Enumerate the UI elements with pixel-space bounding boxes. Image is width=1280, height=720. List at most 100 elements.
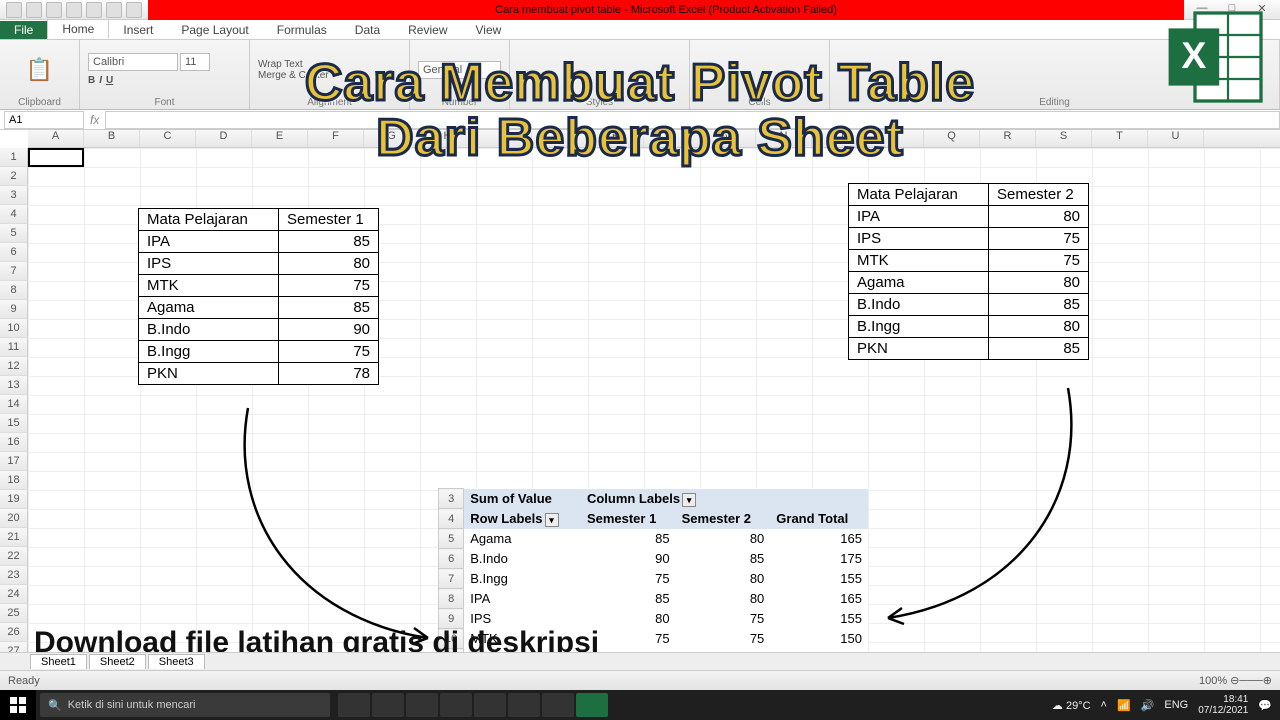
row-header[interactable]: 13 bbox=[0, 376, 28, 395]
weather-widget[interactable]: ☁ 29°C bbox=[1052, 699, 1091, 712]
qat-print-icon[interactable] bbox=[106, 2, 122, 18]
row-header[interactable]: 15 bbox=[0, 414, 28, 433]
col-header[interactable]: S bbox=[1036, 130, 1092, 147]
col-header[interactable]: I bbox=[476, 130, 532, 147]
paste-icon[interactable]: 📋 bbox=[8, 57, 71, 83]
qat-new-icon[interactable] bbox=[66, 2, 82, 18]
col-header[interactable]: K bbox=[588, 130, 644, 147]
col-header[interactable]: B bbox=[84, 130, 140, 147]
col-header[interactable]: A bbox=[28, 130, 84, 147]
edge-icon[interactable] bbox=[372, 693, 404, 717]
qat-redo-icon[interactable] bbox=[46, 2, 62, 18]
column-headers[interactable]: ABCDEFGHIJKLMNOPQRSTU bbox=[28, 130, 1280, 148]
col-header[interactable]: H bbox=[420, 130, 476, 147]
name-box[interactable]: A1 bbox=[4, 111, 84, 129]
row-header[interactable]: 20 bbox=[0, 509, 28, 528]
zoom-level[interactable]: 100% bbox=[1199, 675, 1227, 687]
chrome-icon[interactable] bbox=[474, 693, 506, 717]
sheet-tab[interactable]: Sheet2 bbox=[89, 654, 146, 669]
row-header[interactable]: 11 bbox=[0, 338, 28, 357]
active-cell[interactable] bbox=[28, 148, 84, 167]
col-header[interactable]: U bbox=[1148, 130, 1204, 147]
start-button[interactable] bbox=[0, 690, 36, 720]
row-header[interactable]: 25 bbox=[0, 604, 28, 623]
qat-more-icon[interactable] bbox=[126, 2, 142, 18]
wrap-text-button[interactable]: Wrap Text bbox=[258, 59, 401, 70]
row-header[interactable]: 5 bbox=[0, 224, 28, 243]
row-header[interactable]: 2 bbox=[0, 167, 28, 186]
filter-icon[interactable]: ▾ bbox=[545, 513, 559, 527]
font-name-combo[interactable]: Calibri bbox=[88, 53, 178, 71]
sheet-tab[interactable]: Sheet3 bbox=[148, 654, 205, 669]
row-header[interactable]: 14 bbox=[0, 395, 28, 414]
col-header[interactable]: E bbox=[252, 130, 308, 147]
tab-formulas[interactable]: Formulas bbox=[263, 21, 341, 39]
tab-view[interactable]: View bbox=[462, 21, 516, 39]
col-header[interactable]: T bbox=[1092, 130, 1148, 147]
row-header[interactable]: 9 bbox=[0, 300, 28, 319]
font-size-combo[interactable]: 11 bbox=[180, 53, 210, 71]
col-header[interactable]: R bbox=[980, 130, 1036, 147]
tab-data[interactable]: Data bbox=[341, 21, 394, 39]
col-header[interactable]: C bbox=[140, 130, 196, 147]
excel-taskbar-icon[interactable] bbox=[576, 693, 608, 717]
col-header[interactable]: N bbox=[756, 130, 812, 147]
fx-icon[interactable]: fx bbox=[84, 113, 105, 127]
col-header[interactable]: G bbox=[364, 130, 420, 147]
mail-icon[interactable] bbox=[440, 693, 472, 717]
col-header[interactable]: O bbox=[812, 130, 868, 147]
merge-center-button[interactable]: Merge & Center bbox=[258, 70, 401, 81]
row-header[interactable]: 8 bbox=[0, 281, 28, 300]
filter-icon[interactable]: ▾ bbox=[682, 493, 696, 507]
tab-insert[interactable]: Insert bbox=[109, 21, 167, 39]
tab-review[interactable]: Review bbox=[394, 21, 461, 39]
system-tray[interactable]: ☁ 29°C ˄ 📶 🔊 ENG 18:4107/12/2021 💬 bbox=[1044, 694, 1280, 716]
row-header[interactable]: 22 bbox=[0, 547, 28, 566]
language-indicator[interactable]: ENG bbox=[1164, 699, 1188, 711]
tab-home[interactable]: Home bbox=[47, 19, 109, 39]
app-icon[interactable] bbox=[542, 693, 574, 717]
sheet-tabs[interactable]: Sheet1 Sheet2 Sheet3 bbox=[0, 652, 1280, 670]
row-header[interactable]: 12 bbox=[0, 357, 28, 376]
taskview-icon[interactable] bbox=[338, 693, 370, 717]
row-header[interactable]: 19 bbox=[0, 490, 28, 509]
worksheet-grid[interactable]: ABCDEFGHIJKLMNOPQRSTU 123456789101112131… bbox=[0, 130, 1280, 690]
row-header[interactable]: 16 bbox=[0, 433, 28, 452]
col-header[interactable]: Q bbox=[924, 130, 980, 147]
wifi-icon[interactable]: 📶 bbox=[1117, 699, 1131, 712]
row-header[interactable]: 3 bbox=[0, 186, 28, 205]
row-header[interactable]: 21 bbox=[0, 528, 28, 547]
col-header[interactable]: L bbox=[644, 130, 700, 147]
row-header[interactable]: 1 bbox=[0, 148, 28, 167]
bold-button[interactable]: B bbox=[88, 75, 95, 86]
sheet-tab[interactable]: Sheet1 bbox=[30, 654, 87, 669]
volume-icon[interactable]: 🔊 bbox=[1141, 699, 1155, 712]
col-header[interactable]: M bbox=[700, 130, 756, 147]
qat-undo-icon[interactable] bbox=[26, 2, 42, 18]
underline-button[interactable]: U bbox=[106, 75, 113, 86]
taskbar-search[interactable]: 🔍 Ketik di sini untuk mencari bbox=[40, 693, 330, 717]
row-header[interactable]: 7 bbox=[0, 262, 28, 281]
tab-page-layout[interactable]: Page Layout bbox=[167, 21, 262, 39]
col-header[interactable]: J bbox=[532, 130, 588, 147]
col-header[interactable]: F bbox=[308, 130, 364, 147]
row-header[interactable]: 26 bbox=[0, 623, 28, 642]
formula-input[interactable] bbox=[105, 111, 1280, 129]
qat-open-icon[interactable] bbox=[86, 2, 102, 18]
row-header[interactable]: 17 bbox=[0, 452, 28, 471]
notifications-icon[interactable]: 💬 bbox=[1258, 699, 1272, 712]
col-header[interactable]: D bbox=[196, 130, 252, 147]
clock[interactable]: 18:4107/12/2021 bbox=[1198, 694, 1248, 716]
explorer-icon[interactable] bbox=[406, 693, 438, 717]
row-headers[interactable]: 1234567891011121314151617181920212223242… bbox=[0, 148, 28, 661]
row-header[interactable]: 18 bbox=[0, 471, 28, 490]
app-icon[interactable] bbox=[508, 693, 540, 717]
row-header[interactable]: 6 bbox=[0, 243, 28, 262]
row-header[interactable]: 23 bbox=[0, 566, 28, 585]
row-header[interactable]: 4 bbox=[0, 205, 28, 224]
row-header[interactable]: 24 bbox=[0, 585, 28, 604]
italic-button[interactable]: I bbox=[99, 75, 102, 86]
tab-file[interactable]: File bbox=[0, 21, 47, 39]
qat-save-icon[interactable] bbox=[6, 2, 22, 18]
row-header[interactable]: 10 bbox=[0, 319, 28, 338]
